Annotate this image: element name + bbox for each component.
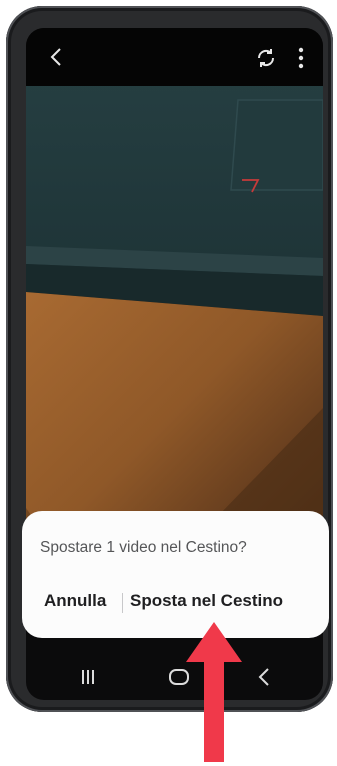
navigation-bar — [20, 640, 317, 694]
cancel-button[interactable]: Annulla — [44, 591, 106, 611]
delete-dialog: Spostare 1 video nel Cestino? Annulla Sp… — [22, 511, 329, 638]
dialog-title: Spostare 1 video nel Cestino? — [40, 539, 247, 556]
more-vertical-icon[interactable] — [294, 46, 308, 70]
rotate-icon[interactable] — [254, 46, 278, 70]
page: Spostare 1 video nel Cestino? Annulla Sp… — [0, 0, 337, 766]
move-to-trash-button[interactable]: Sposta nel Cestino — [130, 591, 283, 611]
annotation-arrow-icon — [180, 612, 260, 766]
chevron-left-icon[interactable] — [46, 46, 68, 68]
top-bar — [26, 28, 323, 86]
recents-icon[interactable] — [80, 668, 96, 686]
button-divider — [122, 593, 123, 613]
